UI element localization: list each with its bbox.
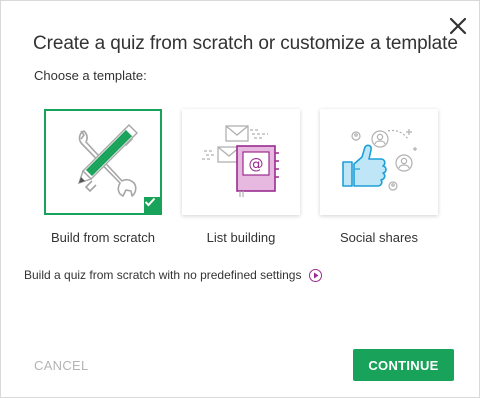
template-card-social-shares[interactable] [320,109,438,215]
email-list-icon: @ [202,125,279,197]
dialog-title: Create a quiz from scratch or customize … [33,33,458,54]
template-description: Build a quiz from scratch with no predef… [24,268,323,282]
cancel-button[interactable]: CANCEL [34,358,89,373]
svg-text:@: @ [249,155,264,173]
play-video-icon[interactable] [309,268,323,282]
template-label-list-building: List building [206,230,276,245]
template-label-build-from-scratch: Build from scratch [50,230,156,245]
pencil-wrench-icon [77,124,138,197]
thumbs-up-social-icon [342,129,417,191]
template-description-text: Build a quiz from scratch with no predef… [24,268,302,282]
selected-check-icon [144,197,162,215]
choose-template-label: Choose a template: [34,68,147,83]
template-dialog: Create a quiz from scratch or customize … [0,0,480,398]
template-card-build-from-scratch[interactable] [44,109,162,215]
template-card-list-building[interactable]: @ [182,109,300,215]
continue-button[interactable]: CONTINUE [353,349,454,381]
template-label-social-shares: Social shares [339,230,419,245]
